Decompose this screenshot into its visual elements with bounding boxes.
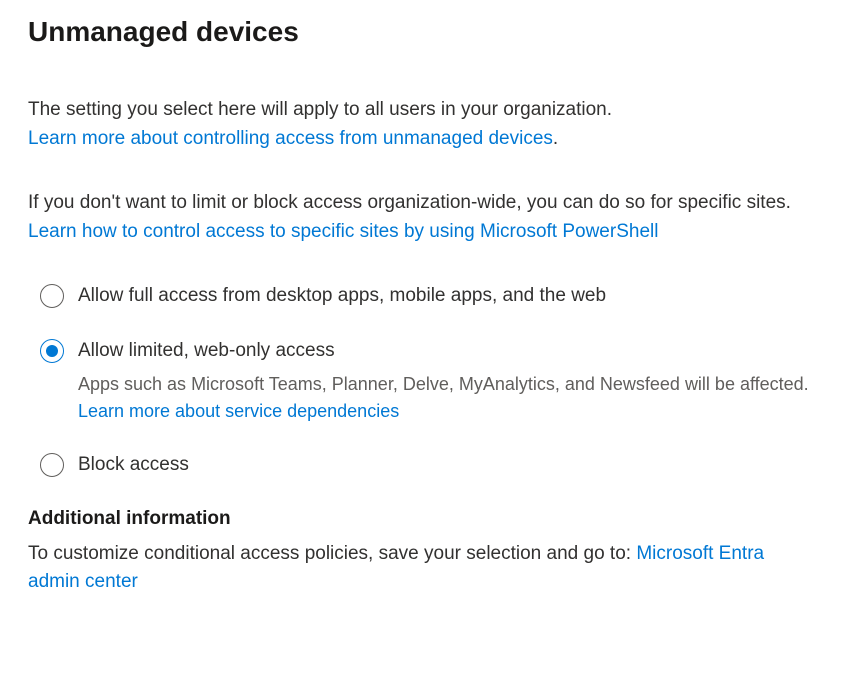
option-full-access-label: Allow full access from desktop apps, mob… bbox=[78, 282, 821, 311]
intro-text-2: If you don't want to limit or block acce… bbox=[28, 189, 821, 218]
option-block-access[interactable]: Block access bbox=[28, 451, 821, 480]
learn-powershell-link[interactable]: Learn how to control access to specific … bbox=[28, 221, 658, 242]
intro-block-2: If you don't want to limit or block acce… bbox=[28, 189, 821, 246]
intro-block-1: The setting you select here will apply t… bbox=[28, 96, 821, 153]
radio-limited-access[interactable] bbox=[40, 339, 64, 363]
option-limited-access-desc: Apps such as Microsoft Teams, Planner, D… bbox=[78, 371, 821, 425]
link-suffix: . bbox=[553, 128, 558, 149]
intro-text-1: The setting you select here will apply t… bbox=[28, 96, 821, 125]
radio-full-access[interactable] bbox=[40, 284, 64, 308]
option-block-access-label: Block access bbox=[78, 451, 821, 480]
additional-text: To customize conditional access policies… bbox=[28, 540, 821, 597]
radio-block-access[interactable] bbox=[40, 453, 64, 477]
options-group: Allow full access from desktop apps, mob… bbox=[28, 282, 821, 480]
page-title: Unmanaged devices bbox=[28, 16, 821, 48]
service-dependencies-link[interactable]: Learn more about service dependencies bbox=[78, 401, 399, 421]
learn-unmanaged-devices-link[interactable]: Learn more about controlling access from… bbox=[28, 128, 553, 149]
option-limited-access-label: Allow limited, web-only access bbox=[78, 337, 821, 366]
option-full-access[interactable]: Allow full access from desktop apps, mob… bbox=[28, 282, 821, 311]
additional-heading: Additional information bbox=[28, 508, 821, 530]
option-limited-access[interactable]: Allow limited, web-only access Apps such… bbox=[28, 337, 821, 426]
